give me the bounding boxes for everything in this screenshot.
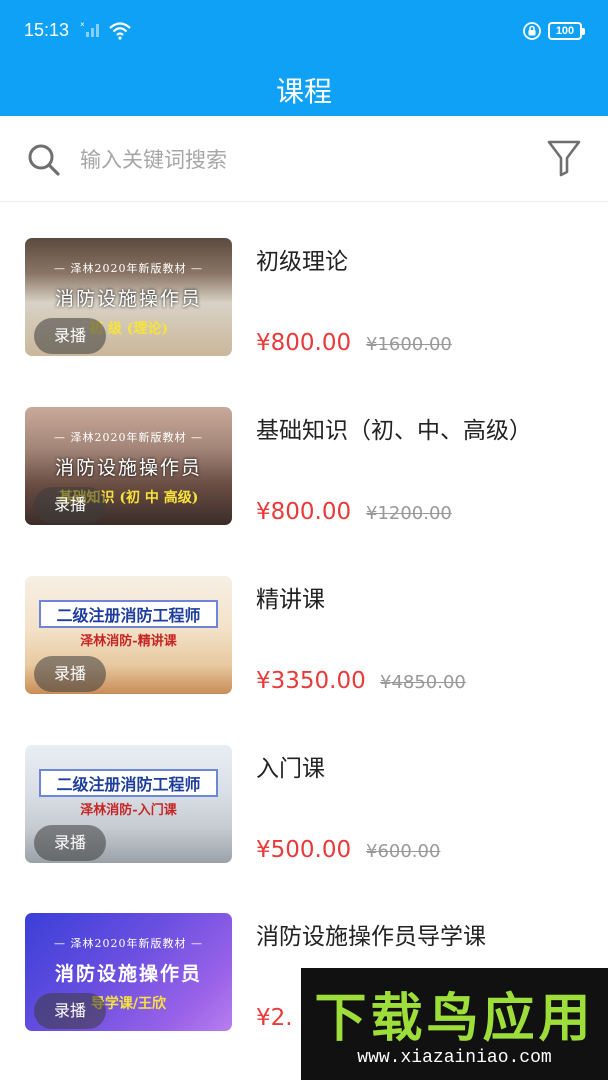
thumbnail-heading: 二级注册消防工程师 bbox=[39, 769, 218, 797]
recorded-badge: 录播 bbox=[34, 487, 106, 523]
thumbnail-heading: 消防设施操作员 bbox=[54, 457, 202, 479]
course-price: ¥500.00 bbox=[256, 837, 352, 863]
course-original-price: ¥600.00 bbox=[366, 841, 441, 862]
course-thumbnail[interactable]: — 泽林2020年新版教材 — 消防设施操作员 初 级 (理论) 录播 bbox=[25, 238, 232, 356]
course-thumbnail[interactable]: — 泽林2020年新版教材 — 消防设施操作员 基础知识 (初 中 高级) 录播 bbox=[25, 407, 232, 525]
wifi-icon bbox=[109, 22, 131, 40]
course-title[interactable]: 精讲课 bbox=[256, 580, 325, 614]
thumbnail-heading: 消防设施操作员 bbox=[54, 963, 202, 985]
thumbnail-subheading: 泽林消防-入门课 bbox=[80, 803, 177, 818]
search-icon[interactable] bbox=[26, 142, 62, 178]
course-original-price: ¥1600.00 bbox=[366, 334, 452, 355]
course-item[interactable]: — 泽林2020年新版教材 — 消防设施操作员 基础知识 (初 中 高级) 录播… bbox=[0, 407, 608, 575]
thumbnail-heading: 二级注册消防工程师 bbox=[39, 600, 218, 628]
course-title[interactable]: 基础知识（初、中、高级） bbox=[256, 411, 532, 445]
recorded-badge: 录播 bbox=[34, 318, 106, 354]
course-thumbnail[interactable]: 二级注册消防工程师 泽林消防-入门课 录播 bbox=[25, 745, 232, 863]
battery-indicator: 100 bbox=[548, 22, 585, 40]
course-price: ¥2. bbox=[256, 1005, 293, 1031]
thumbnail-heading: 消防设施操作员 bbox=[54, 288, 202, 310]
course-thumbnail[interactable]: — 泽林2020年新版教材 — 消防设施操作员 导学课/王欣 录播 bbox=[25, 913, 232, 1031]
course-title[interactable]: 入门课 bbox=[256, 749, 325, 783]
rotation-lock-icon bbox=[523, 22, 541, 40]
course-title[interactable]: 消防设施操作员导学课 bbox=[256, 917, 486, 951]
search-bar bbox=[0, 116, 608, 202]
course-thumbnail[interactable]: 二级注册消防工程师 泽林消防-精讲课 录播 bbox=[25, 576, 232, 694]
thumbnail-caption: — 泽林2020年新版教材 — bbox=[54, 937, 203, 950]
course-item[interactable]: — 泽林2020年新版教材 — 消防设施操作员 初 级 (理论) 录播 初级理论… bbox=[0, 238, 608, 406]
course-original-price: ¥4850.00 bbox=[380, 672, 466, 693]
watermark-url: www.xiazainiao.com bbox=[357, 1048, 552, 1068]
course-price: ¥3350.00 bbox=[256, 668, 366, 694]
search-input[interactable] bbox=[80, 142, 520, 178]
thumbnail-subheading: 泽林消防-精讲课 bbox=[80, 634, 177, 649]
watermark-overlay: 下载鸟应用 www.xiazainiao.com bbox=[301, 968, 608, 1080]
course-item[interactable]: 二级注册消防工程师 泽林消防-入门课 录播 入门课 ¥500.00 ¥600.0… bbox=[0, 745, 608, 913]
cellular-signal-icon: × bbox=[80, 20, 99, 37]
status-bar: 15:13 × 100 bbox=[0, 0, 608, 62]
thumbnail-caption: — 泽林2020年新版教材 — bbox=[54, 431, 203, 444]
recorded-badge: 录播 bbox=[34, 825, 106, 861]
status-time: 15:13 bbox=[24, 20, 70, 40]
course-title[interactable]: 初级理论 bbox=[256, 242, 348, 276]
navigation-bar: 课程 bbox=[0, 62, 608, 116]
watermark-logo-text: 下载鸟应用 bbox=[314, 989, 595, 1049]
recorded-badge: 录播 bbox=[34, 656, 106, 692]
course-original-price: ¥1200.00 bbox=[366, 503, 452, 524]
svg-text:×: × bbox=[80, 20, 85, 29]
course-item[interactable]: 二级注册消防工程师 泽林消防-精讲课 录播 精讲课 ¥3350.00 ¥4850… bbox=[0, 576, 608, 744]
thumbnail-caption: — 泽林2020年新版教材 — bbox=[54, 262, 203, 275]
recorded-badge: 录播 bbox=[34, 993, 106, 1029]
filter-icon[interactable] bbox=[546, 138, 582, 178]
page-title: 课程 bbox=[275, 75, 332, 108]
course-price: ¥800.00 bbox=[256, 330, 352, 356]
course-price: ¥800.00 bbox=[256, 499, 352, 525]
